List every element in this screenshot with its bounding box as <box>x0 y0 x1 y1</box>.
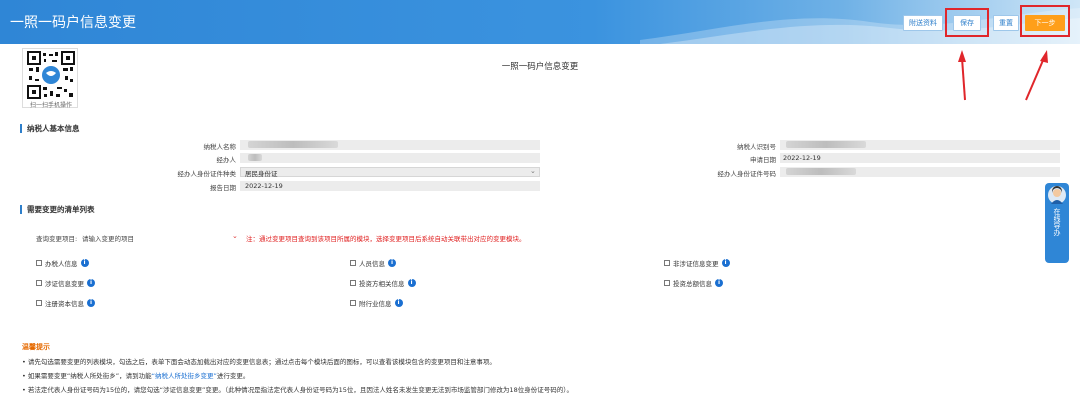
checkbox-label: 附行业信息 <box>359 300 392 308</box>
report-date-value: 2022-12-19 <box>245 182 283 190</box>
checkbox-item-3[interactable]: 涉证信息变更 i <box>36 278 95 288</box>
info-icon[interactable]: i <box>715 279 723 287</box>
agent-id-number-value <box>786 168 856 175</box>
avatar-icon <box>1048 186 1066 204</box>
checkbox-item-1[interactable]: 人员信息 i <box>350 258 396 268</box>
checkbox-item-4[interactable]: 投资方相关信息 i <box>350 278 416 288</box>
qr-caption: 扫一扫手机操作 <box>29 102 72 109</box>
checkbox-item-5[interactable]: 投资总额信息 i <box>664 278 723 288</box>
checkbox-box[interactable] <box>664 260 670 266</box>
info-icon[interactable]: i <box>721 259 730 267</box>
agent-value <box>248 154 262 161</box>
tips-line-1: • 请先勾选需要变更的列表模块，勾选之后，表单下面会动态加载出对应的变更信息表；… <box>22 358 496 366</box>
checkbox-label: 投资方相关信息 <box>359 280 405 288</box>
checkbox-label: 办税人信息 <box>45 260 78 268</box>
query-change-note: 注：通过变更项目查询到该项目所属的模块，选择变更项目后系统自动关联带出对应的变更… <box>246 235 526 243</box>
checkbox-box[interactable] <box>350 260 356 266</box>
info-icon[interactable]: i <box>80 259 89 267</box>
next-arrow-icon <box>1025 50 1048 101</box>
query-change-label: 查询变更项目: <box>36 235 78 243</box>
checkbox-label: 投资总额信息 <box>673 280 712 288</box>
taxpayer-id-label: 纳税人识别号 <box>737 143 776 151</box>
agent-id-number-label: 经办人身份证件号码 <box>717 170 777 178</box>
chevron-down-icon[interactable]: ⌄ <box>530 167 536 175</box>
online-guide-widget[interactable]: 在线导办 <box>1045 183 1069 263</box>
tips-line-3: • 若法定代表人身份证号码为15位的，请您勾选“涉证信息变更”变更。（此种情况是… <box>22 386 573 394</box>
section-heading-change-list: 需要变更的清单列表 <box>20 205 95 214</box>
checkbox-label: 人员信息 <box>359 260 385 268</box>
tips-line-2-prefix: • 如果需要变更“纳税人所处街乡”，请到功能 <box>22 372 152 380</box>
agent-id-type-select[interactable] <box>240 167 540 177</box>
form-title: 一照一码户信息变更 <box>501 62 579 72</box>
apply-date-field <box>780 153 1060 163</box>
info-icon[interactable]: i <box>388 259 396 267</box>
tips-line-2-suffix: 进行变更。 <box>216 372 250 380</box>
taxpayer-name-label: 纳税人名称 <box>203 143 237 151</box>
info-icon[interactable]: i <box>87 299 95 307</box>
checkbox-label: 注册资本信息 <box>45 300 84 308</box>
info-icon[interactable]: i <box>407 279 416 287</box>
agent-id-type-value: 居民身份证 <box>245 170 278 178</box>
save-arrow-icon <box>958 50 966 101</box>
report-date-field <box>240 181 540 191</box>
tips-title: 温馨提示 <box>22 343 50 351</box>
checkbox-box[interactable] <box>36 280 42 286</box>
apply-date-label: 申请日期 <box>750 156 776 164</box>
agent-field <box>240 153 540 163</box>
qr-code-panel: 扫一扫手机操作 <box>22 48 78 109</box>
checkbox-box[interactable] <box>350 280 356 286</box>
info-icon[interactable]: i <box>394 299 403 307</box>
street-change-link[interactable]: “纳税人所处街乡变更” <box>152 372 217 380</box>
section-heading-basic-info: 纳税人基本信息 <box>20 124 80 133</box>
checkbox-item-0[interactable]: 办税人信息 i <box>36 258 89 268</box>
online-guide-label: 在线导办 <box>1053 208 1061 236</box>
checkbox-box[interactable] <box>36 260 42 266</box>
agent-label: 经办人 <box>216 156 237 164</box>
info-icon[interactable]: i <box>87 279 95 287</box>
chevron-down-icon[interactable]: ⌄ <box>232 232 238 240</box>
apply-date-value: 2022-12-19 <box>783 154 821 162</box>
taxpayer-name-value <box>248 141 338 148</box>
checkbox-box[interactable] <box>350 300 356 306</box>
taxpayer-id-value <box>786 141 866 148</box>
tips-line-2: • 如果需要变更“纳税人所处街乡”，请到功能“纳税人所处街乡变更”进行变更。 <box>22 370 249 380</box>
checkbox-item-7[interactable]: 附行业信息 i <box>350 298 403 308</box>
checkbox-item-2[interactable]: 非涉证信息变更 i <box>664 258 730 268</box>
report-date-label: 报告日期 <box>210 184 236 192</box>
qr-code-icon <box>27 51 75 99</box>
agent-id-type-label: 经办人身份证件种类 <box>177 170 237 178</box>
checkbox-box[interactable] <box>36 300 42 306</box>
query-change-select[interactable]: 请输入变更的项目 <box>82 233 134 243</box>
checkbox-label: 非涉证信息变更 <box>673 260 719 268</box>
checkbox-label: 涉证信息变更 <box>45 280 84 288</box>
checkbox-item-6[interactable]: 注册资本信息 i <box>36 298 95 308</box>
checkbox-box[interactable] <box>664 280 670 286</box>
